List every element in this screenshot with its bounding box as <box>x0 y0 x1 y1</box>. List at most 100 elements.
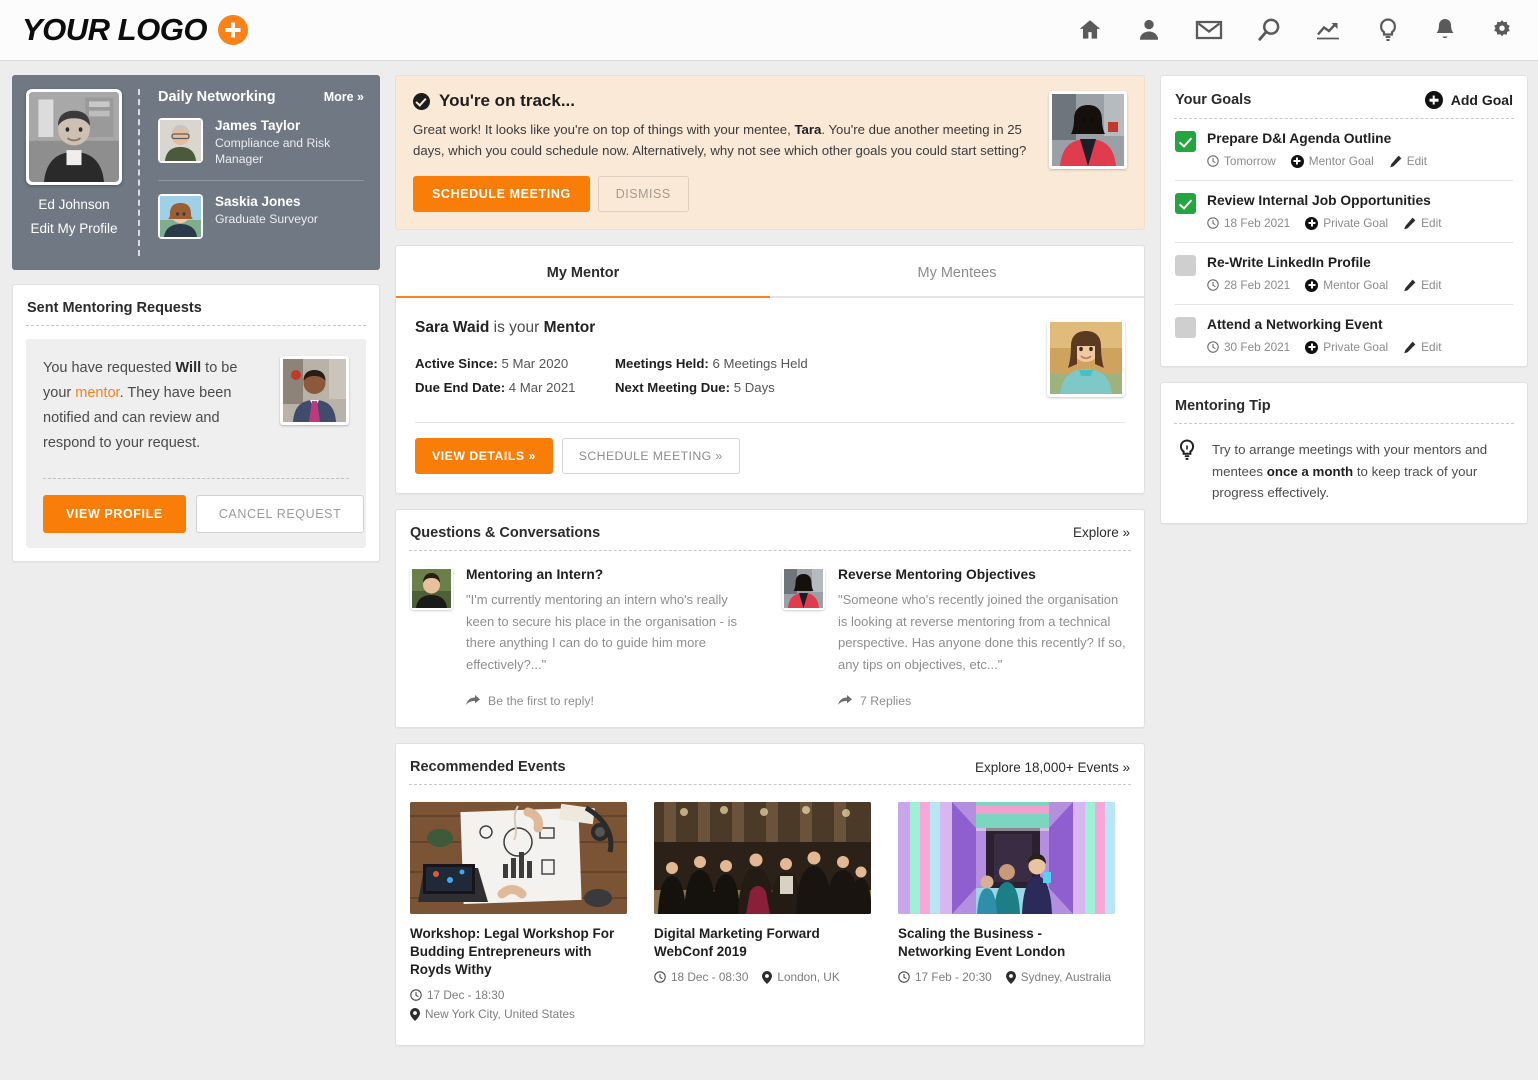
question-title: Mentoring an Intern? <box>466 566 604 582</box>
schedule-meeting-button[interactable]: SCHEDULE MEETING <box>413 175 590 212</box>
divider <box>26 325 366 326</box>
person-role: Graduate Surveyor <box>215 211 318 226</box>
goal-meta: 30 Feb 2021 Private Goal Edit <box>1207 340 1513 354</box>
banner-body-1: Great work! It looks like you're on top … <box>413 122 795 137</box>
location-pin-icon <box>762 971 773 985</box>
avatar[interactable] <box>26 89 122 185</box>
trending-chart-icon[interactable] <box>1315 17 1343 43</box>
card-header: Recommended Events Explore 18,000+ Event… <box>396 744 1144 784</box>
plus-icon <box>1305 216 1319 230</box>
schedule-meeting-button[interactable]: SCHEDULE MEETING » <box>561 437 740 474</box>
field-value: 4 Mar 2021 <box>505 379 576 395</box>
view-details-button[interactable]: VIEW DETAILS » <box>415 437 553 474</box>
mentoring-tip-card: Mentoring Tip Try to arrange meetings wi… <box>1160 382 1528 524</box>
request-person-photo <box>280 356 349 425</box>
goal-checkbox[interactable] <box>1175 193 1196 214</box>
goal-meta: Tomorrow Mentor Goal Edit <box>1207 154 1513 168</box>
field-label: Active Since: <box>415 355 498 371</box>
card-title: Your Goals <box>1175 92 1252 108</box>
event-location: Sydney, Australia <box>1005 970 1111 985</box>
goal-item[interactable]: Prepare D&I Agenda Outline Tomorrow Ment… <box>1161 119 1527 180</box>
my-profile-block: Ed Johnson Edit My Profile <box>12 75 134 270</box>
home-icon[interactable] <box>1077 17 1103 43</box>
field-label: Due End Date: <box>415 379 506 395</box>
bell-icon[interactable] <box>1433 17 1457 43</box>
envelope-icon[interactable] <box>1195 17 1223 43</box>
lightbulb-icon[interactable] <box>1376 17 1400 43</box>
gear-icon[interactable] <box>1490 17 1514 43</box>
clock-icon <box>1207 341 1219 353</box>
logo[interactable]: YOUR LOGO <box>22 12 248 48</box>
event-image <box>654 802 871 915</box>
profile-name: Ed Johnson <box>38 197 110 212</box>
clock-icon <box>1207 217 1219 229</box>
right-column: Your Goals Add Goal Prepare D&I Agenda O… <box>1160 75 1528 524</box>
search-icon[interactable] <box>1256 17 1282 43</box>
recommended-events-card: Recommended Events Explore 18,000+ Event… <box>395 743 1145 1047</box>
person-icon[interactable] <box>1136 17 1162 43</box>
goal-edit[interactable]: Edit <box>1403 278 1442 292</box>
goal-checkbox[interactable] <box>1175 255 1196 276</box>
networking-more-link[interactable]: More » <box>324 90 364 104</box>
event-card[interactable]: Workshop: Legal Workshop For Budding Ent… <box>410 802 627 1022</box>
goal-edit[interactable]: Edit <box>1403 340 1442 354</box>
page-body: Ed Johnson Edit My Profile Daily Network… <box>0 61 1538 1047</box>
question-quote: "I'm currently mentoring an intern who's… <box>466 591 737 673</box>
goal-checkbox[interactable] <box>1175 317 1196 338</box>
clock-icon <box>654 971 666 983</box>
logo-text: YOUR LOGO <box>22 12 207 47</box>
mentor-is-your: is your <box>489 318 544 336</box>
event-title: Scaling the Business - Networking Event … <box>898 926 1066 960</box>
networking-person[interactable]: James Taylor Compliance and Risk Manager <box>158 105 364 168</box>
networking-person[interactable]: Saskia Jones Graduate Surveyor <box>158 181 364 239</box>
goal-item[interactable]: Attend a Networking Event 30 Feb 2021 Pr… <box>1161 305 1527 366</box>
tab-my-mentor[interactable]: My Mentor <box>396 246 770 298</box>
goal-checkbox[interactable] <box>1175 131 1196 152</box>
mentee-photo <box>1049 91 1127 169</box>
goal-edit[interactable]: Edit <box>1403 216 1442 230</box>
event-location: New York City, United States <box>410 1007 575 1022</box>
dismiss-button[interactable]: DISMISS <box>597 175 689 212</box>
goal-item[interactable]: Re-Write LinkedIn Profile 28 Feb 2021 Me… <box>1161 243 1527 304</box>
pencil-icon <box>1404 217 1416 229</box>
daily-networking-block: Daily Networking More » James Taylor Com… <box>140 75 380 270</box>
goal-item[interactable]: Review Internal Job Opportunities 18 Feb… <box>1161 181 1527 242</box>
view-profile-button[interactable]: VIEW PROFILE <box>43 494 186 533</box>
explore-questions-link[interactable]: Explore » <box>1073 525 1130 540</box>
goal-due: 30 Feb 2021 <box>1207 340 1290 354</box>
banner-title: You're on track... <box>439 91 575 110</box>
mentor-field: Meetings Held: 6 Meetings Held <box>615 356 815 371</box>
card-title: Sent Mentoring Requests <box>27 300 202 316</box>
tab-my-mentees[interactable]: My Mentees <box>770 246 1144 298</box>
mentor-panel: My Mentor My Mentees Sara Waid is your M… <box>395 244 1145 494</box>
question-item[interactable]: Mentoring an Intern? "I'm currently ment… <box>410 566 758 708</box>
mentor-field: Next Meeting Due: 5 Days <box>615 380 815 395</box>
event-date: 17 Feb - 20:30 <box>898 970 992 984</box>
add-goal-button[interactable]: Add Goal <box>1424 91 1513 109</box>
tip-text-bold: once a month <box>1266 463 1354 479</box>
goal-type: Private Goal <box>1305 216 1388 230</box>
explore-events-link[interactable]: Explore 18,000+ Events » <box>975 760 1130 775</box>
question-reply-row[interactable]: Be the first to reply! <box>466 694 758 708</box>
pencil-icon <box>1389 155 1402 167</box>
goal-edit[interactable]: Edit <box>1389 154 1427 168</box>
clock-icon <box>410 989 422 1002</box>
event-card[interactable]: Digital Marketing Forward WebConf 2019 1… <box>654 802 871 1021</box>
event-card[interactable]: Scaling the Business - Networking Event … <box>898 802 1115 1021</box>
request-text: You have requested Will to be your mento… <box>43 356 268 456</box>
event-title: Workshop: Legal Workshop For Budding Ent… <box>410 926 615 978</box>
mentor-details: Active Since: 5 Mar 2020 Due End Date: 4… <box>415 356 1047 404</box>
question-item[interactable]: Reverse Mentoring Objectives "Someone wh… <box>782 566 1130 708</box>
lightbulb-icon <box>1177 439 1197 504</box>
edit-profile-link[interactable]: Edit My Profile <box>22 221 126 236</box>
person-avatar <box>158 118 203 163</box>
add-goal-label: Add Goal <box>1450 92 1513 108</box>
mentor-tabs: My Mentor My Mentees <box>396 246 1144 298</box>
question-reply-row[interactable]: 7 Replies <box>838 694 1130 708</box>
field-value: 5 Days <box>730 379 775 395</box>
plus-icon <box>1290 154 1304 168</box>
cancel-request-button[interactable]: CANCEL REQUEST <box>195 494 365 533</box>
reply-arrow-icon <box>466 695 480 706</box>
field-value: 6 Meetings Held <box>708 355 808 371</box>
request-role-link[interactable]: mentor <box>75 385 119 401</box>
